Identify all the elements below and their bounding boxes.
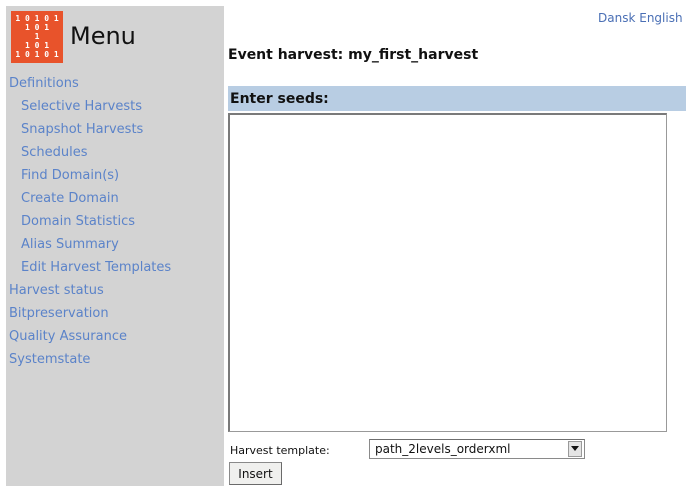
logo-bits-row: 1 0 1 (24, 23, 50, 32)
harvest-template-selected: path_2levels_orderxml (375, 442, 511, 456)
harvest-template-select[interactable]: path_2levels_orderxml (369, 439, 585, 459)
harvest-template-label: Harvest template: (230, 444, 330, 457)
sidebar-item-find-domains[interactable]: Find Domain(s) (6, 164, 224, 187)
logo-bits-row: 1 0 1 0 1 (15, 50, 59, 59)
page-title: Event harvest: my_first_harvest (228, 47, 479, 63)
dropdown-arrow-button[interactable] (568, 441, 582, 457)
menu-title: Menu (70, 22, 136, 50)
sidebar-item-definitions[interactable]: Definitions (6, 72, 224, 95)
seeds-textarea[interactable] (228, 113, 667, 432)
lang-dansk-link[interactable]: Dansk (598, 11, 635, 25)
sidebar-item-snapshot-harvests[interactable]: Snapshot Harvests (6, 118, 224, 141)
sidebar-item-domain-statistics[interactable]: Domain Statistics (6, 210, 224, 233)
sidebar-item-harvest-status[interactable]: Harvest status (6, 279, 224, 302)
seeds-heading: Enter seeds: (230, 91, 329, 107)
logo-bits-row: 1 0 1 (24, 41, 50, 50)
sidebar-item-bitpreservation[interactable]: Bitpreservation (6, 302, 224, 325)
lang-english-link[interactable]: English (639, 11, 682, 25)
chevron-down-icon (571, 446, 579, 451)
sidebar-item-quality-assurance[interactable]: Quality Assurance (6, 325, 224, 348)
sidebar-item-create-domain[interactable]: Create Domain (6, 187, 224, 210)
sidebar: 1 0 1 0 1 1 0 1 1 1 0 1 1 0 1 0 1 Menu D… (6, 6, 224, 486)
sidebar-item-schedules[interactable]: Schedules (6, 141, 224, 164)
sidebar-nav: Definitions Selective Harvests Snapshot … (6, 72, 224, 371)
sidebar-item-alias-summary[interactable]: Alias Summary (6, 233, 224, 256)
logo-bits-row: 1 0 1 0 1 (15, 14, 59, 23)
sidebar-item-selective-harvests[interactable]: Selective Harvests (6, 95, 224, 118)
logo-bits-row: 1 (34, 32, 40, 41)
seeds-section-header: Enter seeds: (228, 86, 686, 111)
language-switch: Dansk English (598, 11, 683, 25)
sidebar-item-systemstate[interactable]: Systemstate (6, 348, 224, 371)
sidebar-item-edit-harvest-templates[interactable]: Edit Harvest Templates (6, 256, 224, 279)
netarchive-logo: 1 0 1 0 1 1 0 1 1 1 0 1 1 0 1 0 1 (11, 11, 63, 63)
insert-button[interactable]: Insert (229, 462, 282, 485)
